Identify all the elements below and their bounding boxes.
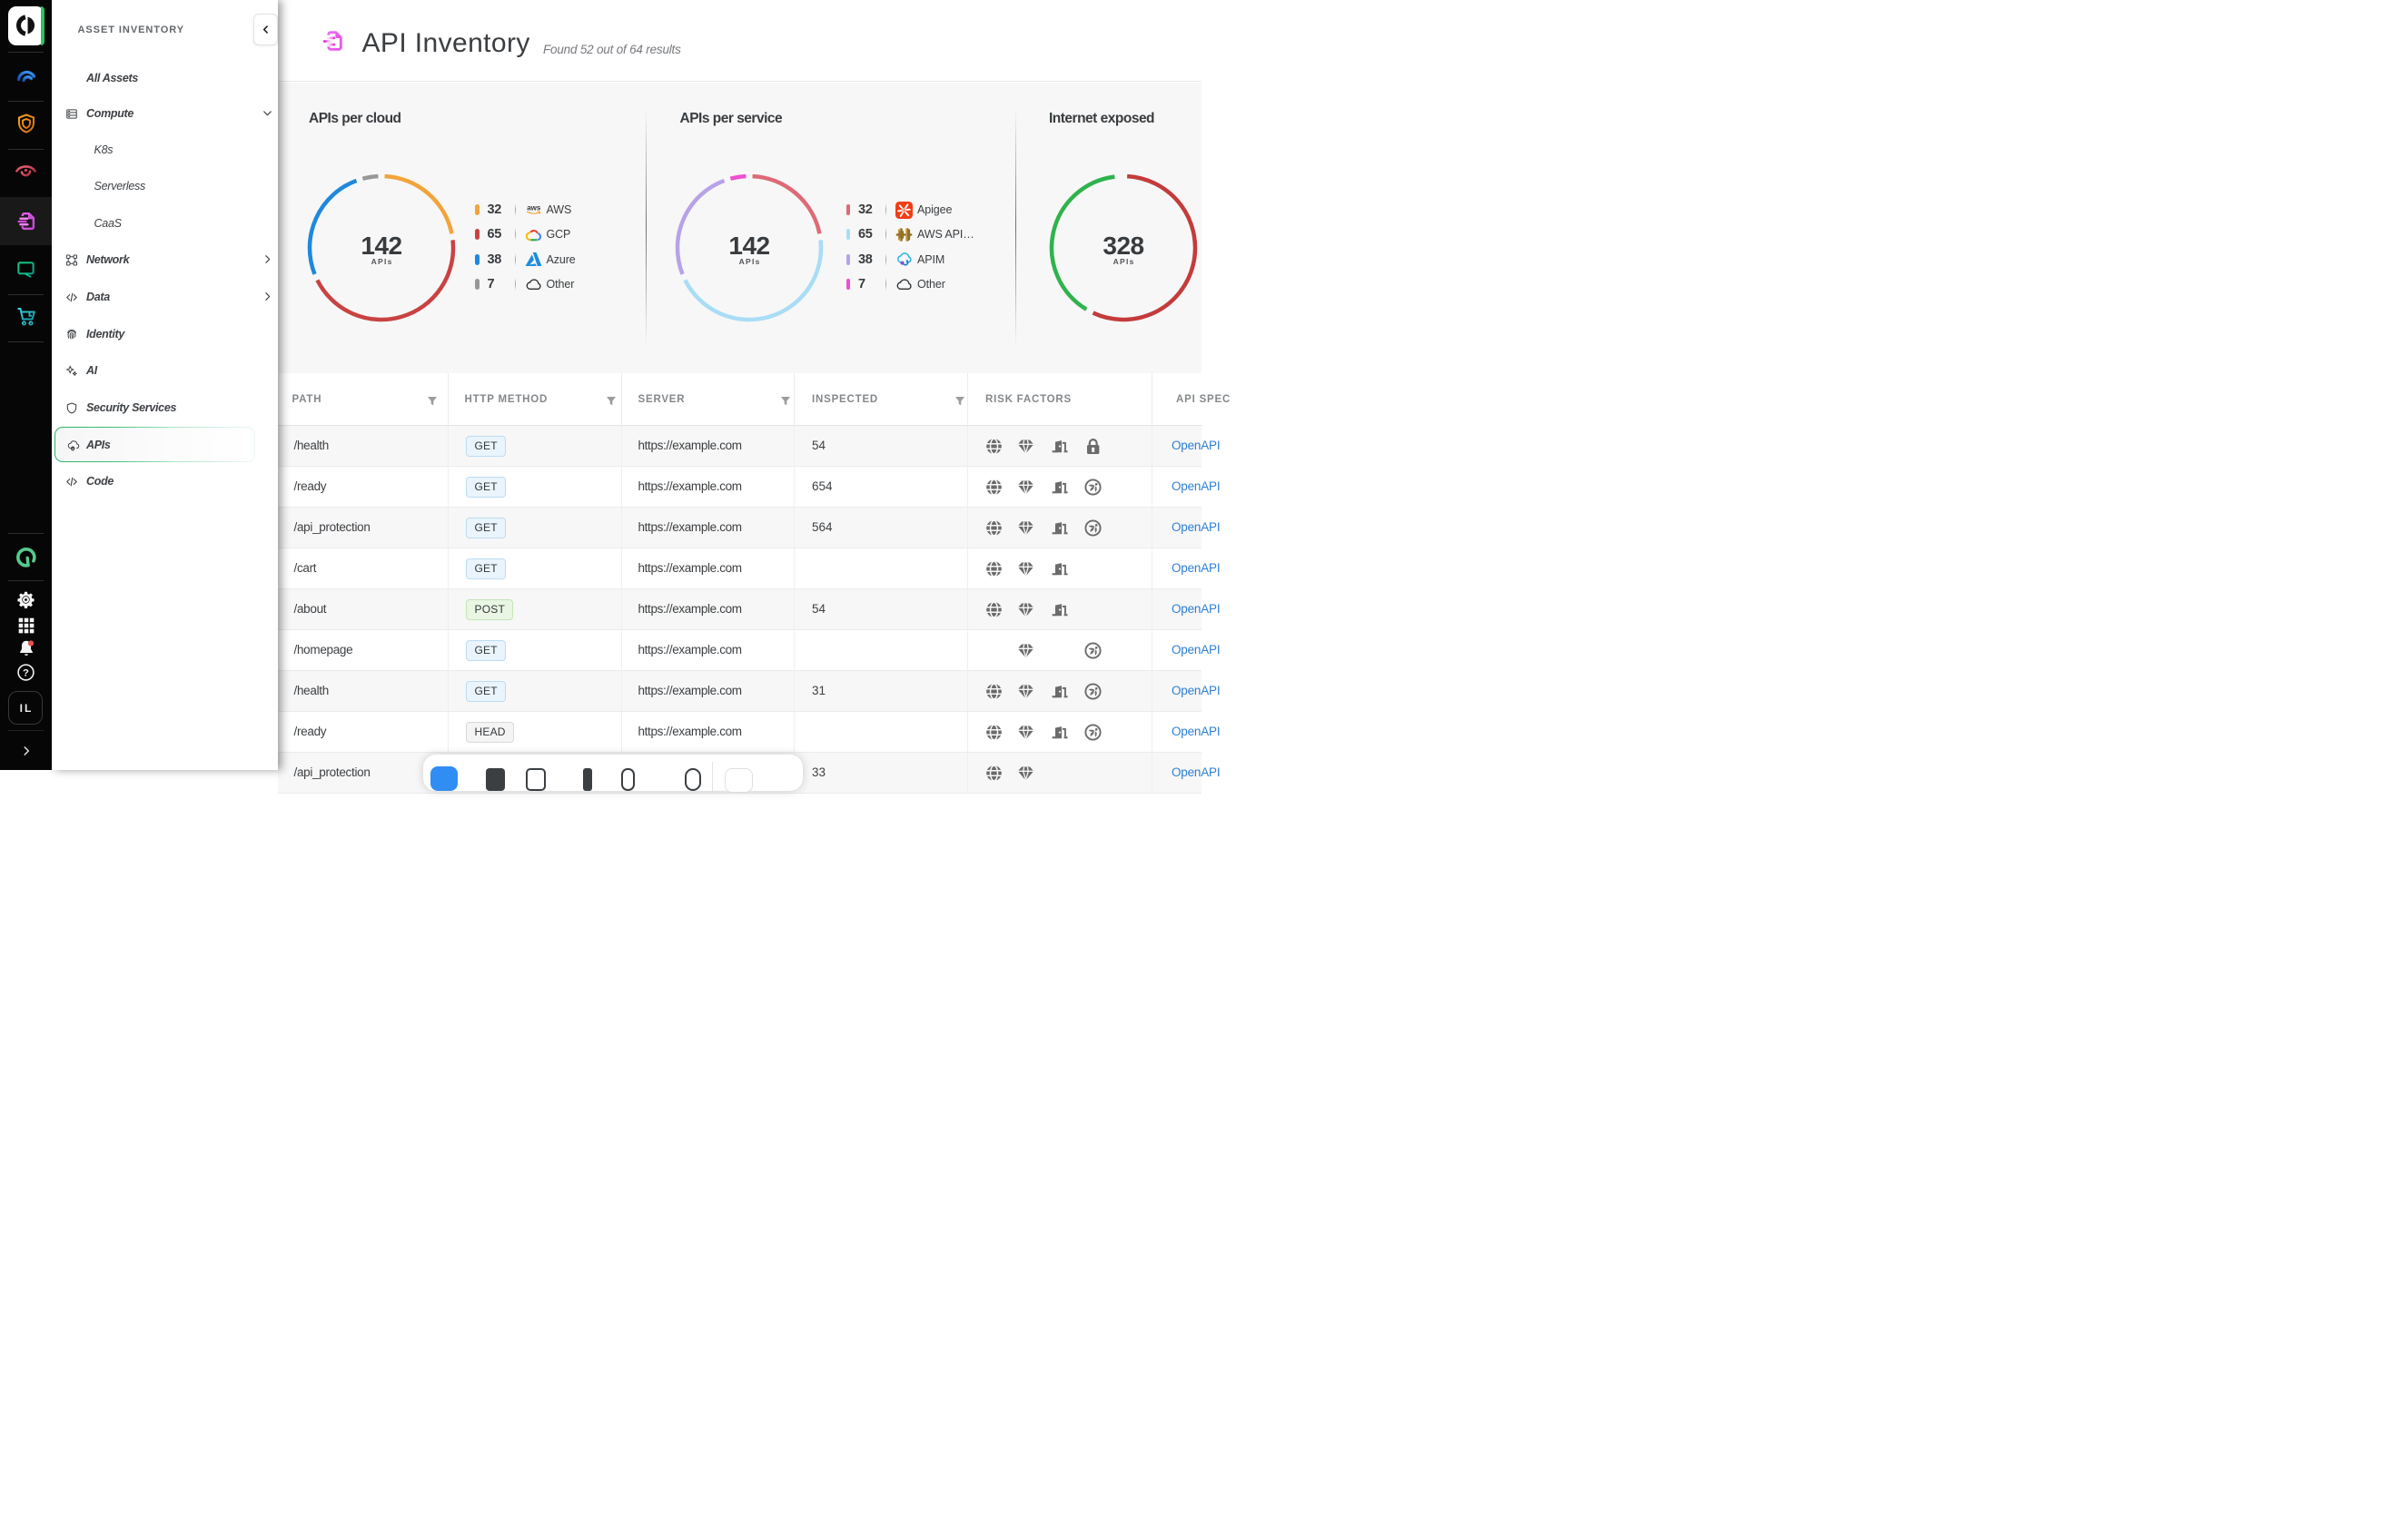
- svg-text:aws: aws: [527, 204, 541, 212]
- svg-text:?: ?: [23, 668, 29, 679]
